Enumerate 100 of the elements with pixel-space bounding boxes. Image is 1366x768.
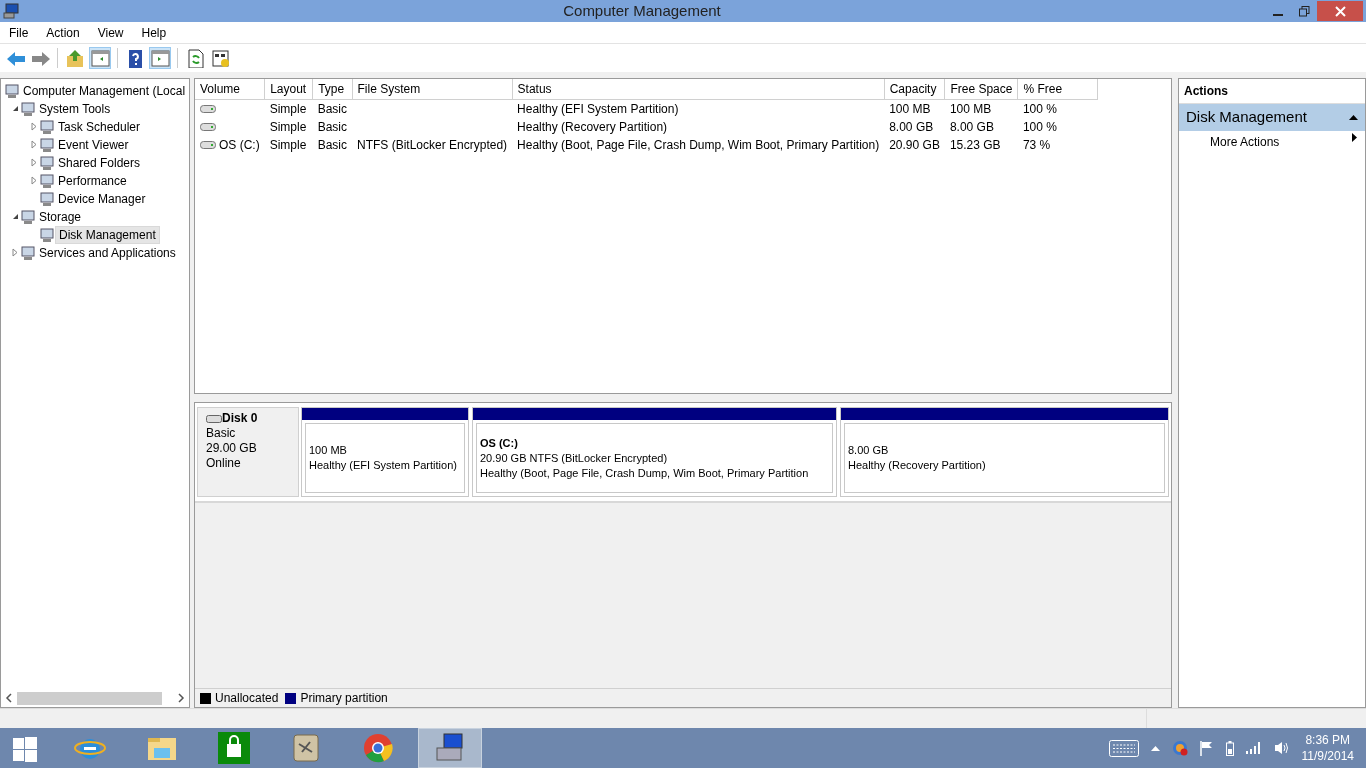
table-cell: Basic [317, 120, 347, 134]
close-button[interactable] [1317, 1, 1363, 21]
window-title: Computer Management [562, 1, 722, 21]
tree-item[interactable]: Computer Management (Local [20, 83, 189, 99]
collapsed-arrow-icon[interactable] [31, 122, 37, 132]
partition-block[interactable]: 100 MB Healthy (EFI System Partition) [301, 407, 469, 497]
collapsed-arrow-icon[interactable] [31, 176, 37, 186]
drive-icon [200, 123, 216, 131]
collapsed-arrow-icon[interactable] [31, 140, 37, 150]
folder-up-button[interactable] [64, 47, 86, 69]
node-icon [39, 173, 55, 189]
column-header[interactable]: % Free [1017, 79, 1098, 100]
node-icon [39, 119, 55, 135]
node-icon [4, 83, 20, 99]
tree-item[interactable]: Task Scheduler [55, 119, 144, 135]
node-icon [39, 137, 55, 153]
tree-item[interactable]: Shared Folders [55, 155, 144, 171]
expanded-arrow-icon[interactable] [11, 105, 19, 113]
actions-section-header[interactable]: Disk Management [1179, 104, 1365, 131]
scroll-right-icon[interactable] [177, 693, 185, 703]
collapsed-arrow-icon[interactable] [12, 248, 18, 258]
close-icon [1334, 5, 1346, 17]
table-cell: Simple [269, 138, 307, 152]
restore-icon [1298, 5, 1310, 17]
tree-item[interactable]: Device Manager [55, 191, 149, 207]
partition-status: Healthy (Boot, Page File, Crash Dump, Wim Boot, Primary Partition [480, 465, 810, 481]
column-header[interactable]: Capacity [884, 79, 945, 100]
node-icon [39, 227, 55, 243]
drive-icon [200, 105, 216, 113]
column-header[interactable]: Status [512, 79, 885, 100]
table-cell: Healthy (EFI System Partition) [517, 102, 679, 116]
column-header[interactable]: File System [352, 79, 513, 100]
collapsed-arrow-icon[interactable] [31, 158, 37, 168]
tree-item[interactable]: Disk Management [55, 226, 160, 244]
tree-item[interactable]: Services and Applications [36, 245, 179, 261]
table-cell: 100 % [1022, 102, 1057, 116]
battery-icon[interactable] [1225, 740, 1234, 756]
column-header[interactable]: Volume [195, 79, 265, 100]
volume-name: OS (C:) [219, 137, 260, 154]
disk-type: Basic [206, 426, 237, 441]
node-icon [20, 209, 36, 225]
flag-icon[interactable] [1199, 740, 1214, 756]
table-cell: 100 MB [949, 102, 992, 116]
table-cell: 8.00 GB [889, 120, 934, 134]
column-header[interactable]: Type [312, 79, 352, 100]
tree-item[interactable]: System Tools [36, 101, 114, 117]
speaker-icon[interactable] [1273, 741, 1290, 755]
partition-label: OS (C:) [480, 435, 519, 451]
tree-item[interactable]: Event Viewer [55, 137, 132, 153]
scroll-left-icon[interactable] [5, 693, 13, 703]
properties-button[interactable] [209, 47, 231, 69]
table-cell: 8.00 GB [949, 120, 994, 134]
app-icon[interactable] [3, 3, 19, 19]
legend-label: Primary partition [300, 690, 388, 707]
table-cell: Basic [317, 102, 347, 116]
table-cell: Simple [269, 120, 307, 134]
disk-size: 29.00 GB [206, 441, 258, 456]
partition-size: 100 MB [309, 443, 348, 458]
node-icon [20, 101, 36, 117]
partition-block[interactable]: 8.00 GB Healthy (Recovery Partition) [840, 407, 1169, 497]
taskbar-app[interactable] [418, 728, 482, 768]
clock[interactable]: 8:36 PM 11/9/2014 [1301, 732, 1354, 764]
menu-item[interactable]: View [88, 20, 133, 45]
submenu-arrow-icon [1352, 132, 1357, 142]
partition-size: 20.90 GB NTFS (BitLocker Encrypted) [480, 450, 669, 466]
table-cell: 73 % [1022, 138, 1051, 152]
partition-size: 8.00 GB [848, 443, 890, 458]
partition-block[interactable]: OS (C:) 20.90 GB NTFS (BitLocker Encrypted) Healthy (Boot, Page File, Crash Dump, Wim Boot, Primary Partition [472, 407, 837, 497]
warning-badge-icon[interactable] [1171, 740, 1188, 756]
menu-item[interactable]: File [0, 20, 38, 45]
tree-item[interactable]: Storage [36, 209, 85, 225]
signal-bars-icon[interactable] [1245, 742, 1262, 754]
legend-label: Unallocated [215, 690, 279, 707]
table-cell: Simple [269, 102, 307, 116]
collapse-arrow-icon[interactable] [1349, 114, 1358, 120]
table-cell: 15.23 GB [949, 138, 1001, 152]
pane-button[interactable] [89, 47, 111, 69]
menu-item[interactable]: Help [132, 20, 176, 45]
table-cell: Basic [317, 138, 347, 152]
table-cell: 100 % [1022, 120, 1057, 134]
menu-item[interactable]: Action [37, 20, 89, 45]
node-icon [20, 245, 36, 261]
disk-name: Disk 0 [222, 411, 258, 426]
table-cell: Healthy (Recovery Partition) [517, 120, 668, 134]
table-cell: 100 MB [889, 102, 931, 116]
clock-date: 11/9/2014 [1301, 748, 1354, 764]
keyboard-icon[interactable] [1108, 739, 1139, 757]
table-cell: NTFS (BitLocker Encrypted) [357, 138, 508, 152]
column-header[interactable]: Layout [264, 79, 313, 100]
column-header[interactable]: Free Space [944, 79, 1018, 100]
table-cell: Healthy (Boot, Page File, Crash Dump, Wim Boot, Primary Partition) [517, 138, 880, 152]
tree-item[interactable]: Performance [55, 173, 130, 189]
node-icon [39, 155, 55, 171]
action-item[interactable]: More Actions [1179, 130, 1365, 153]
show-hidden-icons-icon[interactable] [1150, 745, 1160, 751]
computer-toolbox-icon [434, 732, 466, 764]
expanded-arrow-icon[interactable] [11, 213, 19, 221]
disk-status: Online [206, 456, 242, 471]
section-title: Disk Management [1186, 107, 1307, 127]
shopping-bag-icon [218, 732, 250, 764]
